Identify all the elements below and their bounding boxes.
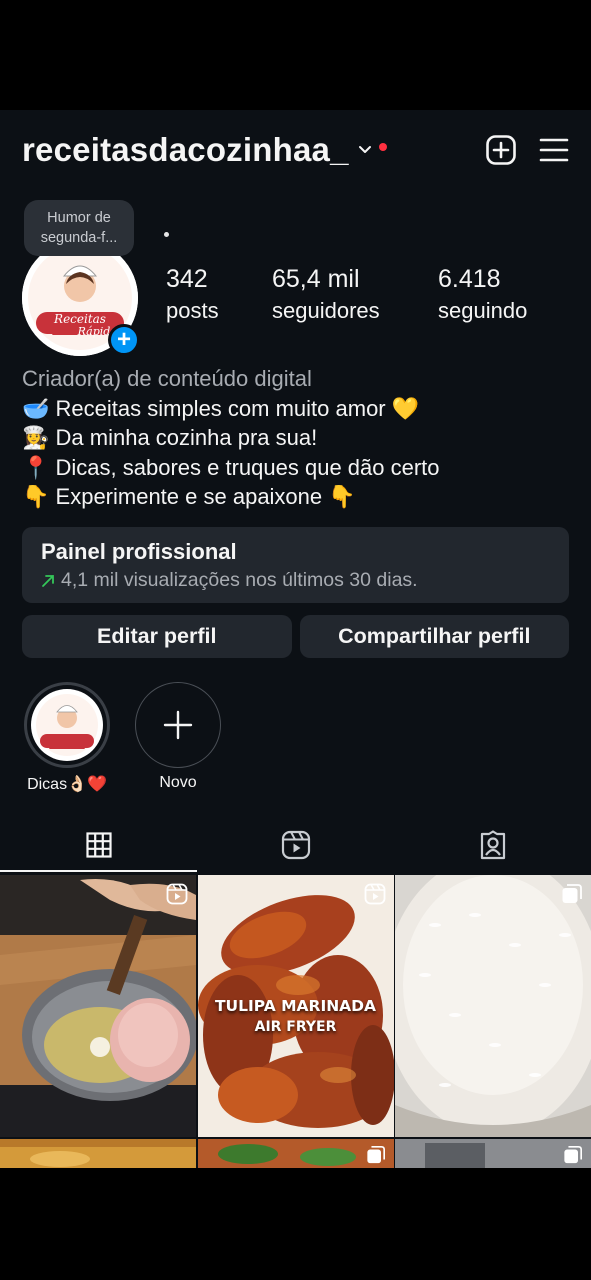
views-summary: 4,1 mil visualizações nos últimos 30 dia… (61, 569, 418, 591)
post-thumbnail[interactable] (0, 1139, 196, 1168)
reel-icon (364, 883, 385, 905)
edit-profile-button[interactable]: Editar perfil (22, 615, 292, 658)
notification-dot (378, 143, 387, 151)
bio-line: 👇 Experimente e se apaixone 👇 (22, 482, 569, 512)
profile-tabs (0, 818, 591, 872)
stat-following-label: seguindo (438, 298, 528, 323)
post-thumbnail[interactable] (395, 875, 591, 1137)
post-overlay-subtitle: AIR FRYER (254, 1019, 337, 1035)
tagged-icon (480, 830, 505, 860)
trend-up-icon (42, 574, 54, 587)
post-overlay-title: TULIPA MARINADA (214, 997, 377, 1015)
highlight-label: Dicas👌🏻❤️ (27, 776, 107, 793)
header-actions (485, 134, 569, 166)
stat-posts[interactable]: 342 posts (166, 265, 219, 324)
highlight-dicas[interactable]: Dicas👌🏻❤️ (22, 682, 112, 794)
professional-dashboard[interactable]: Painel profissional 4,1 mil visualizaçõe… (22, 527, 569, 603)
bio-emoji: 🥣 (22, 395, 50, 421)
note-dot (164, 232, 169, 237)
bio-emoji: 📍 (22, 454, 50, 480)
profile-category: Criador(a) de conteúdo digital (22, 366, 312, 391)
professional-dashboard-subtitle: 4,1 mil visualizações nos últimos 30 dia… (41, 569, 550, 592)
post-image-dish (0, 1139, 196, 1168)
stat-followers-value: 65,4 mil (272, 265, 360, 293)
add-story-badge[interactable]: + (108, 324, 140, 356)
plus-square-icon[interactable] (485, 134, 517, 166)
bio-emoji: 👇 (22, 484, 50, 509)
avatar-logo-text-1: Receitas (53, 312, 106, 326)
stat-posts-label: posts (166, 298, 219, 323)
post-thumbnail[interactable] (0, 875, 196, 1137)
reels-icon (281, 830, 310, 860)
bio-line: 📍 Dicas, sabores e truques que dão certo (22, 453, 569, 483)
bio-text: Da minha cozinha pra sua! (55, 425, 318, 450)
bio-emoji: 👩‍🍳 (22, 425, 50, 450)
share-profile-button[interactable]: Compartilhar perfil (299, 615, 569, 658)
highlight-new[interactable]: Novo (133, 682, 223, 792)
stat-following-value: 6.418 (438, 265, 501, 293)
bio-text: Experimente e se apaixone 👇 (55, 484, 356, 509)
bio-text: Dicas, sabores e truques que dão certo (55, 454, 440, 480)
bio-text: Receitas simples com muito amor 💛 (55, 395, 420, 421)
tab-posts[interactable] (0, 818, 197, 872)
bio-line: 🥣 Receitas simples com muito amor 💛 (22, 394, 569, 424)
bio-line: 👩‍🍳 Da minha cozinha pra sua! (22, 423, 569, 453)
highlight-cover-image (31, 689, 103, 761)
profile-screen: receitasdacozinhaa_ Humor de segunda-f..… (0, 110, 591, 1168)
grid-icon (85, 832, 112, 858)
username-switcher[interactable]: receitasdacozinhaa_ (22, 131, 349, 169)
profile-buttons: Editar perfil Compartilhar perfil (22, 615, 569, 658)
posts-grid: TULIPA MARINADA AIR FRYER (0, 875, 591, 1168)
carousel-icon (366, 1146, 385, 1164)
post-thumbnail[interactable] (395, 1139, 591, 1168)
profile-bio: Criador(a) de conteúdo digital 🥣 Receita… (22, 364, 569, 512)
post-image-kitchen (395, 1139, 591, 1168)
post-thumbnail[interactable] (197, 1139, 394, 1168)
post-image-salad (197, 1139, 394, 1168)
stat-posts-value: 342 (166, 265, 208, 293)
highlight-ring (24, 682, 110, 768)
tab-tagged[interactable] (394, 818, 591, 872)
stat-following[interactable]: 6.418 seguindo (438, 265, 527, 324)
avatar-logo-text-2: Rápid (77, 325, 111, 338)
stat-followers[interactable]: 65,4 mil seguidores (272, 265, 380, 324)
new-highlight-ring (135, 682, 221, 768)
professional-dashboard-title: Painel profissional (41, 539, 237, 564)
post-image-pan-chicken (0, 875, 196, 1137)
profile-avatar[interactable]: Receitas Rápid + (22, 240, 140, 356)
profile-header: receitasdacozinhaa_ (22, 128, 569, 172)
reel-icon (166, 883, 188, 905)
post-thumbnail[interactable]: TULIPA MARINADA AIR FRYER (197, 875, 394, 1137)
carousel-icon (562, 884, 582, 903)
carousel-icon (564, 1146, 582, 1164)
chevron-down-icon[interactable] (357, 142, 373, 158)
stat-followers-label: seguidores (272, 298, 380, 323)
plus-icon (163, 710, 193, 740)
hamburger-menu-icon[interactable] (539, 137, 569, 163)
highlight-label: Novo (159, 774, 197, 791)
post-image-rice (395, 875, 591, 1137)
profile-note[interactable]: Humor de segunda-f... (24, 200, 134, 256)
tab-reels[interactable] (197, 818, 394, 872)
